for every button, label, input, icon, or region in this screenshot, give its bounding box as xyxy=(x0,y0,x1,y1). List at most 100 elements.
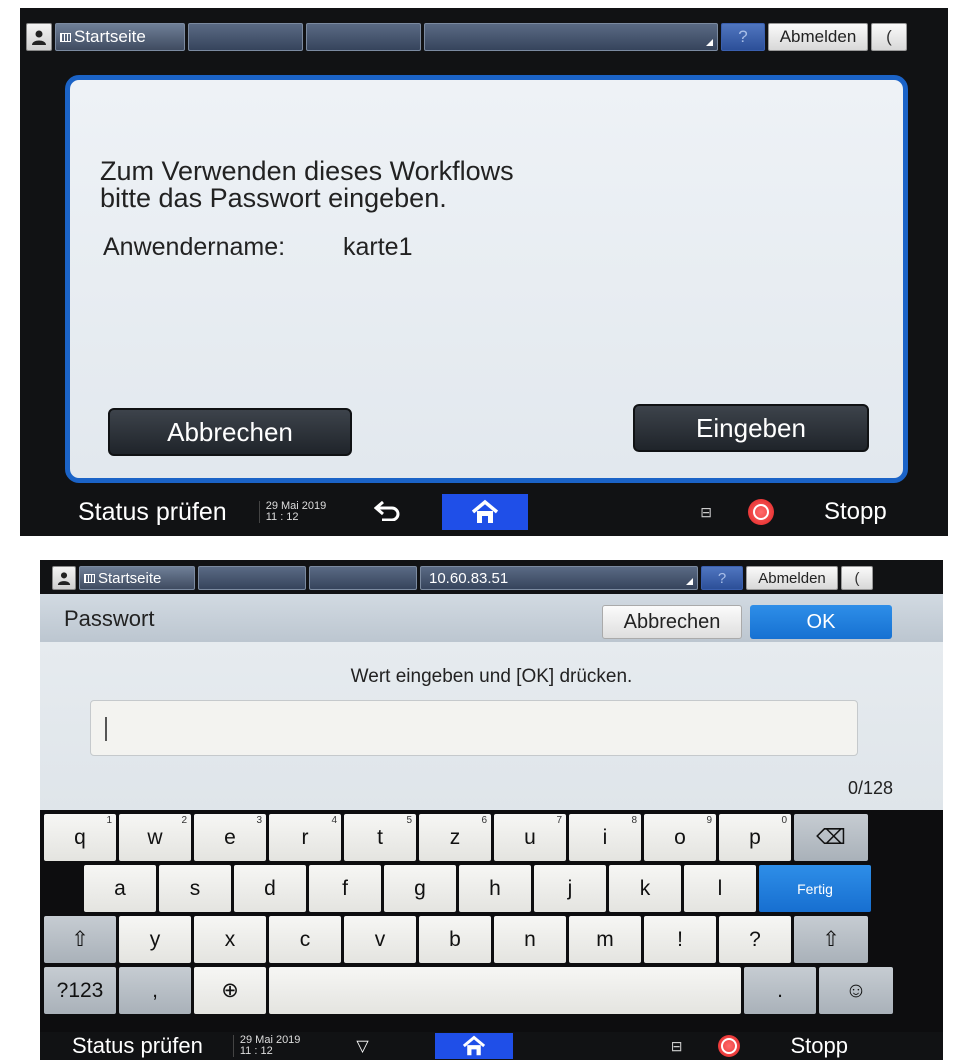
key-y[interactable]: y xyxy=(119,916,191,963)
key-m[interactable]: m xyxy=(569,916,641,963)
key-a[interactable]: a xyxy=(84,865,156,912)
time-text: 11 : 12 xyxy=(265,511,299,523)
home-button[interactable] xyxy=(434,1033,513,1059)
user-icon[interactable] xyxy=(26,23,52,51)
logout-button[interactable]: Abmelden xyxy=(746,566,838,590)
password-body: Wert eingeben und [OK] drücken. 0/128 xyxy=(40,642,943,810)
app-slot-2[interactable] xyxy=(306,23,421,51)
fertig-done-key[interactable]: Fertig xyxy=(759,865,871,912)
key-r[interactable]: r4 xyxy=(269,814,341,861)
cancel-button[interactable]: Abbrechen xyxy=(108,408,352,456)
app-slot-1[interactable] xyxy=(198,566,306,590)
enter-button[interactable]: Eingeben xyxy=(633,404,869,452)
key-t[interactable]: t5 xyxy=(344,814,416,861)
cancel-button[interactable]: Abbrechen xyxy=(602,605,742,639)
password-entry-screen: Startseite 10.60.83.51 ? Abmelden ( Pass… xyxy=(40,560,943,1060)
username-value: karte1 xyxy=(343,233,413,261)
key-question[interactable]: ? xyxy=(719,916,791,963)
backspace-key[interactable]: ⌫ xyxy=(794,814,868,861)
home-button[interactable] xyxy=(442,494,529,530)
address-field[interactable] xyxy=(424,23,718,51)
key-z-number-hint: 6 xyxy=(481,815,487,826)
key-n-label: n xyxy=(524,927,536,951)
key-k[interactable]: k xyxy=(609,865,681,912)
help-button[interactable]: ? xyxy=(721,23,765,51)
key-z[interactable]: z6 xyxy=(419,814,491,861)
status-check-button[interactable]: Status prüfen xyxy=(78,498,227,527)
key-t-label: t xyxy=(377,825,383,849)
key-s[interactable]: s xyxy=(159,865,231,912)
key-c[interactable]: c xyxy=(269,916,341,963)
key-m-label: m xyxy=(596,927,614,951)
key-o[interactable]: o9 xyxy=(644,814,716,861)
stop-button-label[interactable]: Stopp xyxy=(790,1033,848,1059)
key-b[interactable]: b xyxy=(419,916,491,963)
username-label: Anwendername: xyxy=(103,233,286,261)
key-d-label: d xyxy=(264,876,276,900)
key-n[interactable]: n xyxy=(494,916,566,963)
key-l-label: l xyxy=(717,876,723,900)
home-icon xyxy=(462,1035,485,1056)
keyboard-hide-triangle-icon[interactable]: ▽ xyxy=(356,1036,368,1056)
key-d[interactable]: d xyxy=(234,865,306,912)
logout-button[interactable]: Abmelden xyxy=(768,23,868,51)
time-text: 11 : 12 xyxy=(239,1045,273,1057)
key-x[interactable]: x xyxy=(194,916,266,963)
status-check-button[interactable]: Status prüfen xyxy=(72,1033,203,1059)
key-l[interactable]: l xyxy=(684,865,756,912)
key-f[interactable]: f xyxy=(309,865,381,912)
key-c-label: c xyxy=(299,927,311,951)
dialog-message: Zum Verwenden dieses Workflows bitte das… xyxy=(100,158,514,212)
energy-saver-moon-icon[interactable]: ( xyxy=(841,566,873,590)
user-icon[interactable] xyxy=(52,566,76,590)
language-globe-key[interactable]: ⊕ xyxy=(194,967,266,1014)
page-title: Passwort xyxy=(64,606,155,631)
key-v[interactable]: v xyxy=(344,916,416,963)
password-header: Passwort Abbrechen OK xyxy=(40,594,943,642)
stop-icon[interactable] xyxy=(718,1035,741,1057)
workflow-password-dialog-screen: Startseite ? Abmelden ( Zum Verwenden di… xyxy=(20,8,948,536)
app-slot-1[interactable] xyxy=(188,23,303,51)
back-arrow-icon[interactable] xyxy=(373,496,402,528)
key-o-number-hint: 9 xyxy=(706,815,712,826)
key-j[interactable]: j xyxy=(534,865,606,912)
stop-button-label[interactable]: Stopp xyxy=(824,498,887,526)
symbols-mode-key[interactable]: ?123 xyxy=(44,967,116,1014)
data-indicator-icon: ⊟ xyxy=(670,1037,683,1054)
key-u[interactable]: u7 xyxy=(494,814,566,861)
comma-key[interactable]: , xyxy=(119,967,191,1014)
address-text: 10.60.83.51 xyxy=(429,569,509,587)
key-p[interactable]: p0 xyxy=(719,814,791,861)
startseite-tab[interactable]: Startseite xyxy=(79,566,195,590)
help-button[interactable]: ? xyxy=(701,566,743,590)
key-w[interactable]: w2 xyxy=(119,814,191,861)
key-f-label: f xyxy=(342,876,348,900)
key-y-label: y xyxy=(149,927,161,951)
key-h-label: h xyxy=(489,876,501,900)
shift-left-key-label: ⇧ xyxy=(71,928,89,951)
stop-icon[interactable] xyxy=(748,499,774,525)
password-input[interactable] xyxy=(90,700,858,756)
shift-left-key[interactable]: ⇧ xyxy=(44,916,116,963)
ok-button[interactable]: OK xyxy=(750,605,892,639)
key-q[interactable]: q1 xyxy=(44,814,116,861)
address-field[interactable]: 10.60.83.51 xyxy=(420,566,698,590)
key-z-label: z xyxy=(449,825,461,849)
app-slot-2[interactable] xyxy=(309,566,417,590)
emoji-key[interactable]: ☺ xyxy=(819,967,893,1014)
key-exclamation[interactable]: ! xyxy=(644,916,716,963)
key-i[interactable]: i8 xyxy=(569,814,641,861)
key-h[interactable]: h xyxy=(459,865,531,912)
home-icon xyxy=(472,499,499,523)
key-p-label: p xyxy=(749,825,761,849)
key-i-number-hint: 8 xyxy=(631,815,637,826)
space-key[interactable] xyxy=(269,967,741,1014)
shift-right-key[interactable]: ⇧ xyxy=(794,916,868,963)
period-key[interactable]: . xyxy=(744,967,816,1014)
key-exclamation-label: ! xyxy=(677,927,683,951)
key-g[interactable]: g xyxy=(384,865,456,912)
energy-saver-moon-icon[interactable]: ( xyxy=(871,23,907,51)
bottom-bar: Status prüfen 29 Mai 2019 11 : 12 ▽ ⊟ St… xyxy=(40,1032,943,1060)
startseite-tab[interactable]: Startseite xyxy=(55,23,185,51)
key-e[interactable]: e3 xyxy=(194,814,266,861)
